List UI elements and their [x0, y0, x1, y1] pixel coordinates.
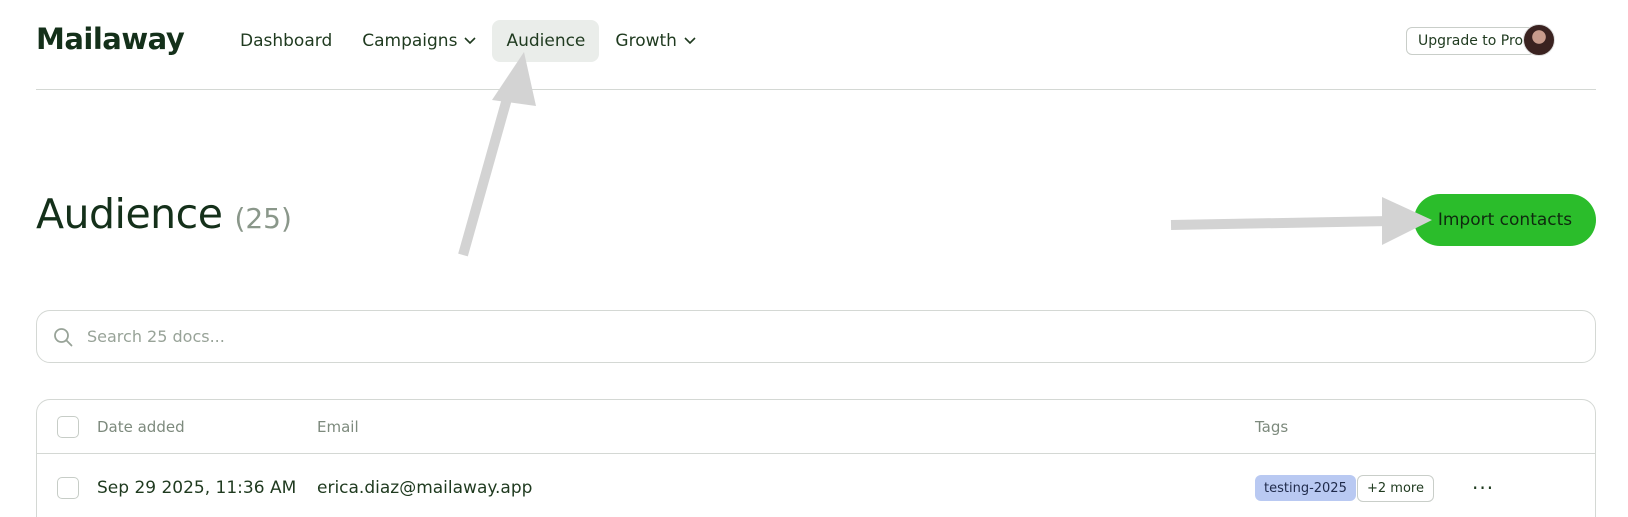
more-tags-badge[interactable]: +2 more [1357, 474, 1434, 502]
row-menu-icon[interactable]: ··· [1472, 476, 1494, 500]
search-input[interactable] [87, 327, 1487, 346]
import-contacts-button[interactable]: Import contacts [1414, 194, 1596, 246]
table-row[interactable]: Sep 29 2025, 11:36 AM erica.diaz@mailawa… [37, 455, 1595, 517]
select-all-checkbox[interactable] [57, 415, 79, 438]
chevron-down-icon [684, 37, 696, 45]
main-nav: Dashboard Campaigns Audience Growth [226, 20, 712, 62]
row-checkbox[interactable] [57, 477, 79, 499]
upgrade-to-pro-button[interactable]: Upgrade to Pro [1406, 27, 1536, 55]
brand-logo[interactable]: Mailaway [36, 22, 185, 56]
audience-count: (25) [234, 202, 292, 235]
page-title: Audience [36, 190, 223, 238]
nav-item-label: Growth [615, 31, 677, 51]
nav-item-growth[interactable]: Growth [601, 20, 710, 62]
table-header-row: Date added Email Tags [37, 400, 1595, 454]
contacts-table: Date added Email Tags Sep 29 2025, 11:36… [36, 399, 1596, 517]
nav-item-audience[interactable]: Audience [492, 20, 600, 62]
arrow-to-import-button [1170, 197, 1432, 245]
nav-item-label: Audience [506, 31, 586, 51]
search-bar[interactable] [36, 310, 1596, 363]
row-email[interactable]: erica.diaz@mailaway.app [317, 478, 532, 498]
nav-item-label: Dashboard [240, 31, 333, 51]
row-date: Sep 29 2025, 11:36 AM [97, 478, 297, 498]
column-header-email[interactable]: Email [317, 418, 359, 436]
nav-item-dashboard[interactable]: Dashboard [226, 20, 346, 62]
column-header-tags[interactable]: Tags [1255, 418, 1288, 436]
chevron-down-icon [464, 37, 477, 45]
top-navigation-bar: Mailaway Dashboard Campaigns Audience Gr… [36, 0, 1596, 90]
column-header-date[interactable]: Date added [97, 418, 185, 436]
search-icon [53, 327, 73, 347]
page-header: Audience (25) [36, 190, 292, 238]
user-avatar-icon[interactable] [1523, 24, 1555, 56]
tag-badge[interactable]: testing-2025 [1255, 475, 1356, 501]
nav-item-label: Campaigns [362, 31, 458, 51]
nav-item-campaigns[interactable]: Campaigns [348, 20, 490, 62]
